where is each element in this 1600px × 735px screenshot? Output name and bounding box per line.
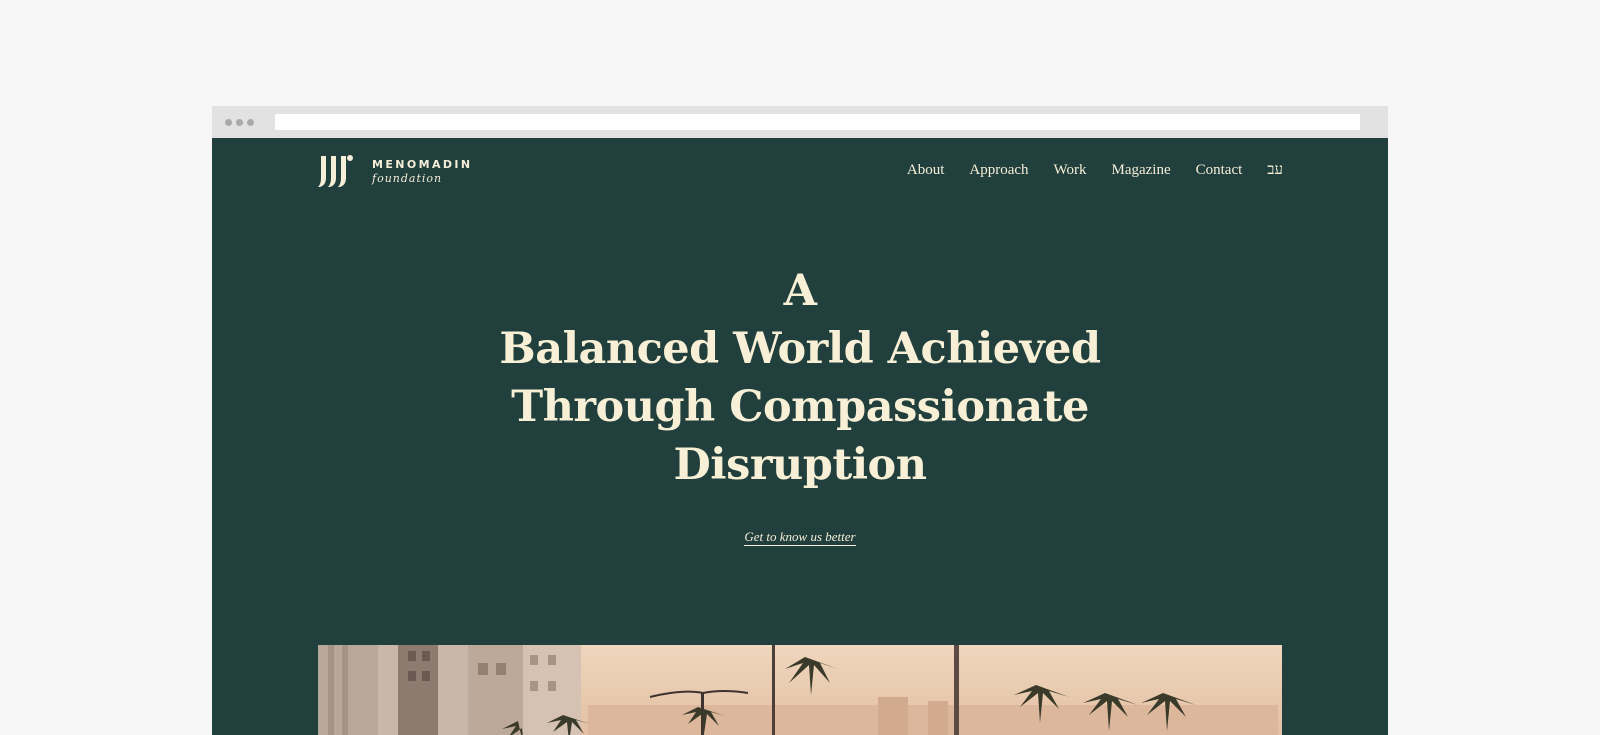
site-logo[interactable]: MENOMADIN foundation	[318, 154, 473, 188]
city-street-image	[318, 645, 1282, 735]
hero-headline: A Balanced World Achieved Through Compas…	[212, 262, 1388, 494]
hero-photo	[318, 645, 1282, 735]
nav-approach[interactable]: Approach	[969, 162, 1028, 179]
window-dot-icon[interactable]	[225, 119, 232, 126]
hero-line: Balanced World Achieved	[499, 324, 1101, 374]
window-controls	[225, 119, 254, 126]
address-bar[interactable]	[275, 114, 1360, 130]
hero-line: Through Compassionate	[511, 382, 1089, 432]
browser-window: MENOMADIN foundation About Approach Work…	[212, 106, 1388, 735]
logo-wordmark: MENOMADIN	[372, 157, 473, 171]
window-dot-icon[interactable]	[247, 119, 254, 126]
nav-work[interactable]: Work	[1054, 162, 1087, 179]
get-to-know-us-link[interactable]: Get to know us better	[744, 529, 856, 546]
logo-subtitle: foundation	[372, 171, 443, 185]
menomadin-logo-icon	[318, 155, 353, 187]
nav-contact[interactable]: Contact	[1196, 162, 1243, 179]
nav-magazine[interactable]: Magazine	[1111, 162, 1170, 179]
window-dot-icon[interactable]	[236, 119, 243, 126]
hero-cta-container: Get to know us better	[212, 526, 1388, 546]
browser-toolbar	[212, 106, 1388, 138]
main-navigation: About Approach Work Magazine Contact עב	[907, 162, 1283, 179]
website-viewport: MENOMADIN foundation About Approach Work…	[212, 138, 1388, 735]
nav-about[interactable]: About	[907, 162, 945, 179]
hero-line: A	[783, 266, 817, 316]
nav-language-hebrew[interactable]: עב	[1267, 162, 1283, 179]
hero-line: Disruption	[673, 440, 927, 490]
